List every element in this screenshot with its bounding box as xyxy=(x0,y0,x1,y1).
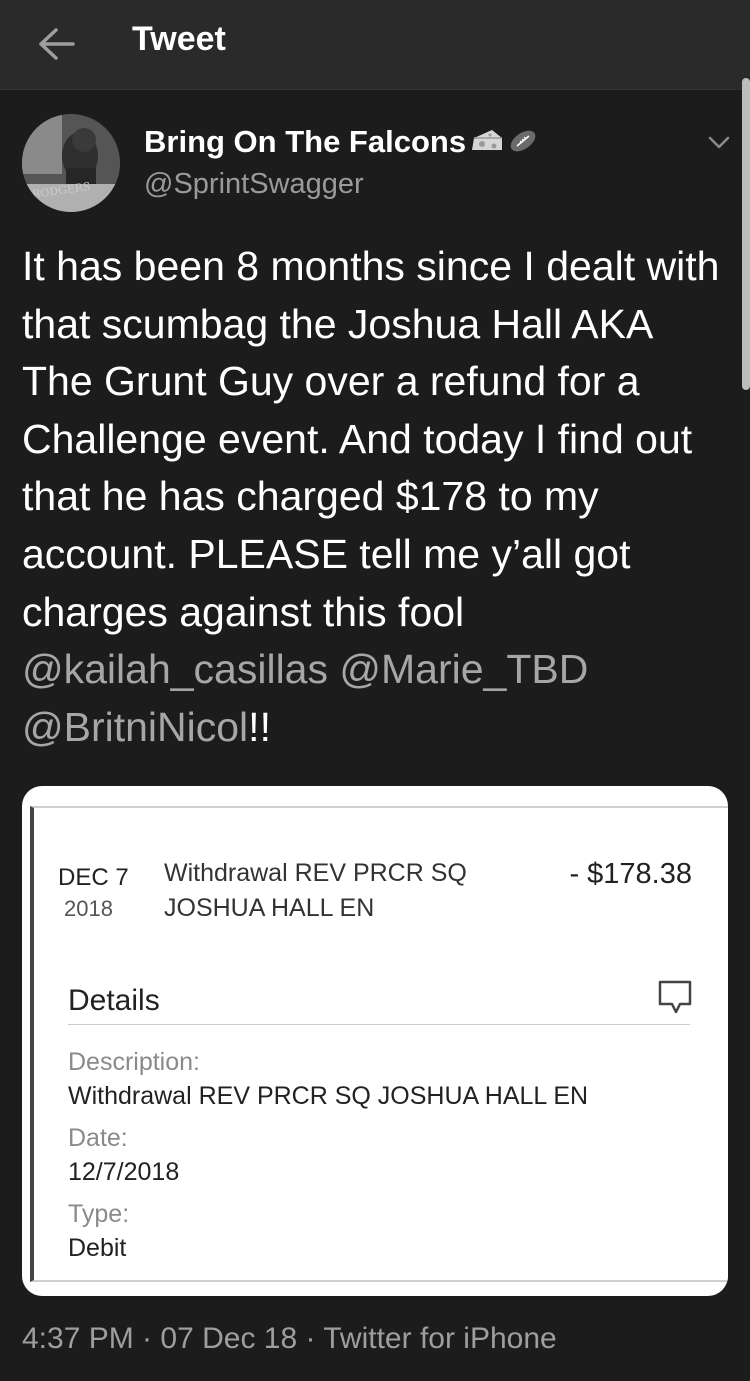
page-title: Tweet xyxy=(132,20,226,58)
tweet-suffix: !! xyxy=(248,703,271,750)
date-label: Date: xyxy=(68,1124,128,1152)
mention-link[interactable]: @kailah_casillas xyxy=(22,646,328,692)
transaction-description: Withdrawal REV PRCR SQ JOSHUA HALL EN xyxy=(164,856,524,926)
top-bar: Tweet xyxy=(0,0,750,90)
description-value: Withdrawal REV PRCR SQ JOSHUA HALL EN xyxy=(68,1082,589,1110)
mention-link[interactable]: @BritniNicol xyxy=(22,704,248,750)
scrollbar[interactable] xyxy=(742,78,750,390)
date-value: 12/7/2018 xyxy=(68,1158,180,1186)
description-label: Description: xyxy=(68,1048,200,1076)
attached-image[interactable]: DEC 7 2018 Withdrawal REV PRCR SQ JOSHUA… xyxy=(22,786,728,1296)
display-name-text: Bring On The Falcons xyxy=(144,124,467,159)
divider xyxy=(68,1024,690,1025)
mention-link[interactable]: @Marie_TBD xyxy=(339,646,588,692)
type-value: Debit xyxy=(68,1234,127,1262)
transaction-date-month: DEC 7 xyxy=(58,864,129,891)
transaction-line-2: JOSHUA HALL EN xyxy=(164,894,375,922)
type-label: Type: xyxy=(68,1200,130,1228)
cheese-icon xyxy=(470,126,504,162)
football-icon xyxy=(508,126,538,162)
comment-icon xyxy=(656,978,694,1016)
tweet-body: It has been 8 months since I dealt with … xyxy=(22,243,720,635)
author-handle[interactable]: @SprintSwagger xyxy=(144,168,364,201)
transaction-line-1: Withdrawal REV PRCR SQ xyxy=(164,859,467,887)
chevron-down-icon[interactable] xyxy=(702,128,736,156)
transaction-panel: DEC 7 2018 Withdrawal REV PRCR SQ JOSHUA… xyxy=(30,806,728,1282)
back-arrow-icon[interactable] xyxy=(34,24,78,64)
tweet-timestamp[interactable]: 4:37 PM · 07 Dec 18 · Twitter for iPhone xyxy=(22,1322,557,1356)
details-heading: Details xyxy=(68,984,160,1017)
author-display-name[interactable]: Bring On The Falcons xyxy=(144,124,538,162)
avatar[interactable]: RODGERS xyxy=(22,114,120,212)
transaction-amount: - $178.38 xyxy=(569,858,692,890)
tweet-text: It has been 8 months since I dealt with … xyxy=(22,238,722,756)
transaction-date-year: 2018 xyxy=(64,896,113,921)
